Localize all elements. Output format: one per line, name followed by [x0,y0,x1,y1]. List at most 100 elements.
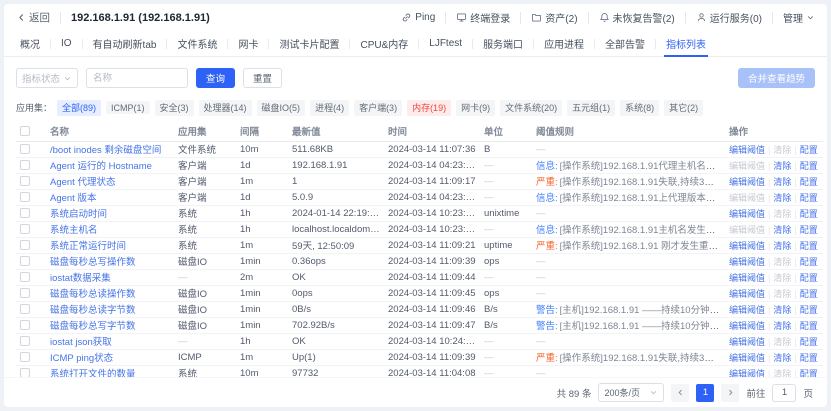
metric-name-link[interactable]: 系统启动时间 [50,209,107,220]
appset-tag-memory[interactable]: 内存(19) [407,100,451,116]
goto-page-input[interactable] [772,384,796,402]
config-link[interactable]: 配置 [800,161,818,171]
metric-name-link[interactable]: Agent 代理状态 [50,177,115,188]
metric-name-link[interactable]: 磁盘每秒总写字节数 [50,321,136,332]
row-checkbox[interactable] [20,176,30,186]
select-all-checkbox[interactable] [20,126,30,136]
action-alerts[interactable]: 未恢复告警(2) [599,10,675,25]
clear-link[interactable]: 清除 [773,353,791,363]
tab-filesystem[interactable]: 文件系统 [167,31,227,56]
config-link[interactable]: 配置 [800,225,818,235]
metric-row[interactable]: 系统正常运行时间系统1m59天, 12:50:092024-03-14 11:0… [16,237,823,253]
edit-threshold-link[interactable]: 编辑阈值 [729,353,765,363]
metric-row[interactable]: 磁盘每秒总写字节数磁盘IO1min702.92B/s2024-03-14 11:… [16,317,823,333]
next-page-button[interactable] [721,384,739,402]
appset-tag-process[interactable]: 进程(4) [310,100,349,116]
edit-threshold-link[interactable]: 编辑阈值 [729,321,765,331]
config-link[interactable]: 配置 [800,289,818,299]
row-checkbox[interactable] [20,208,30,218]
tab-app-process[interactable]: 应用进程 [534,31,594,56]
prev-page-button[interactable] [671,384,689,402]
metric-row[interactable]: Agent 版本客户端1d5.0.92024-03-14 04:23:18—信息… [16,189,823,205]
metric-status-select[interactable]: 指标状态 [16,68,78,88]
tab-nic[interactable]: 网卡 [228,31,268,56]
config-link[interactable]: 配置 [800,257,818,267]
clear-link[interactable]: 清除 [773,305,791,315]
merge-trend-button[interactable]: 合并查看趋势 [738,68,815,88]
edit-threshold-link[interactable]: 编辑阈值 [729,273,765,283]
action-ping[interactable]: Ping [401,12,435,23]
config-link[interactable]: 配置 [800,273,818,283]
config-link[interactable]: 配置 [800,337,818,347]
edit-threshold-link[interactable]: 编辑阈值 [729,369,765,378]
row-checkbox[interactable] [20,160,30,170]
row-checkbox[interactable] [20,192,30,202]
metric-row[interactable]: iostat json获取—1hOK2024-03-14 10:24:05——编… [16,333,823,349]
row-checkbox[interactable] [20,240,30,250]
tab-cpu-mem[interactable]: CPU&内存 [350,31,418,56]
tab-autorefresh[interactable]: 有自动刷新tab [83,31,167,56]
edit-threshold-link[interactable]: 编辑阈值 [729,337,765,347]
tab-metric-list[interactable]: 指标列表 [656,31,716,56]
metric-row[interactable]: ICMP ping状态ICMP1mUp(1)2024-03-14 11:09:3… [16,349,823,365]
row-checkbox[interactable] [20,272,30,282]
appset-tag-security[interactable]: 安全(3) [155,100,194,116]
row-checkbox[interactable] [20,304,30,314]
row-checkbox[interactable] [20,352,30,362]
row-checkbox[interactable] [20,336,30,346]
metric-name-link[interactable]: 磁盘每秒总读字节数 [50,305,136,316]
appset-tag-icmp[interactable]: ICMP(1) [106,101,150,114]
metric-name-link[interactable]: 系统主机名 [50,225,98,236]
action-assets[interactable]: 资产(2) [531,10,577,25]
config-link[interactable]: 配置 [800,145,818,155]
config-link[interactable]: 配置 [800,353,818,363]
metric-name-link[interactable]: ICMP ping状态 [50,353,113,364]
metric-row[interactable]: 系统主机名系统1hlocalhost.localdomain2024-03-14… [16,221,823,237]
appset-tag-tuple[interactable]: 五元组(1) [567,100,615,116]
action-services[interactable]: 运行服务(0) [696,10,762,25]
row-checkbox[interactable] [20,144,30,154]
metric-name-link[interactable]: 磁盘每秒总写操作数 [50,257,136,268]
query-button[interactable]: 查询 [196,68,235,88]
config-link[interactable]: 配置 [800,321,818,331]
metric-row[interactable]: 系统启动时间系统1h2024-01-14 22:19:122024-03-14 … [16,205,823,221]
tab-io[interactable]: IO [51,31,82,56]
appset-tag-all[interactable]: 全部(89) [57,100,101,116]
metric-name-link[interactable]: 磁盘每秒总读操作数 [50,289,136,300]
appset-tag-system[interactable]: 系统(8) [620,100,659,116]
clear-link[interactable]: 清除 [773,193,791,203]
config-link[interactable]: 配置 [800,369,818,378]
edit-threshold-link[interactable]: 编辑阈值 [729,145,765,155]
appset-tag-other[interactable]: 其它(2) [664,100,703,116]
reset-button[interactable]: 重置 [243,68,282,88]
config-link[interactable]: 配置 [800,305,818,315]
clear-link[interactable]: 清除 [773,225,791,235]
page-size-select[interactable]: 200条/页 [598,383,664,402]
metric-name-link[interactable]: iostat数据采集 [50,273,111,284]
tab-all-alerts[interactable]: 全部告警 [595,31,655,56]
tab-service-port[interactable]: 服务端口 [473,31,533,56]
row-checkbox[interactable] [20,224,30,234]
appset-tag-client[interactable]: 客户端(3) [354,100,402,116]
metric-row[interactable]: 磁盘每秒总读操作数磁盘IO1min0ops2024-03-14 11:09:45… [16,285,823,301]
config-link[interactable]: 配置 [800,241,818,251]
row-checkbox[interactable] [20,320,30,330]
metric-name-link[interactable]: 系统正常运行时间 [50,241,126,252]
edit-threshold-link[interactable]: 编辑阈值 [729,241,765,251]
metric-name-link[interactable]: /boot inodes 剩余磁盘空间 [50,145,161,156]
back-button[interactable]: 返回 [16,10,50,25]
appset-tag-disk-io[interactable]: 磁盘IO(5) [257,100,306,116]
tab-card-config[interactable]: 测试卡片配置 [269,31,349,56]
edit-threshold-link[interactable]: 编辑阈值 [729,257,765,267]
metric-row[interactable]: 磁盘每秒总写操作数磁盘IO1min0.36ops2024-03-14 11:09… [16,253,823,269]
appset-tag-cpu[interactable]: 处理器(14) [199,100,252,116]
config-link[interactable]: 配置 [800,193,818,203]
config-link[interactable]: 配置 [800,177,818,187]
clear-link[interactable]: 清除 [773,321,791,331]
metric-name-link[interactable]: iostat json获取 [50,337,112,348]
clear-link[interactable]: 清除 [773,177,791,187]
edit-threshold-link[interactable]: 编辑阈值 [729,209,765,219]
metric-row[interactable]: 磁盘每秒总读字节数磁盘IO1min0B/s2024-03-14 11:09:46… [16,301,823,317]
row-checkbox[interactable] [20,256,30,266]
action-terminal-login[interactable]: 终端登录 [456,10,510,25]
